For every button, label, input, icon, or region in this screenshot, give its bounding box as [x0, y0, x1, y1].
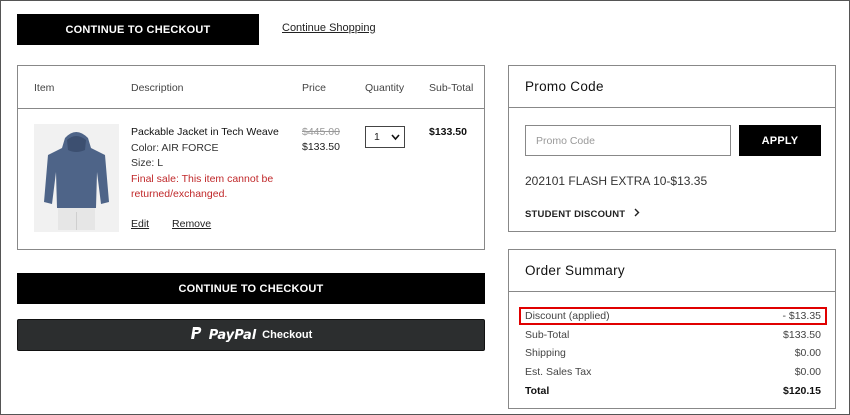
summary-label: Shipping [525, 347, 566, 359]
promo-code-input[interactable]: Promo Code [525, 125, 731, 156]
promo-code-title: Promo Code [509, 66, 835, 108]
student-discount-link[interactable]: STUDENT DISCOUNT [525, 208, 640, 220]
cart-panel: Item Description Price Quantity Sub-Tota… [17, 65, 485, 250]
quantity-select[interactable]: 1 [365, 126, 405, 148]
item-subtotal: $133.50 [429, 126, 467, 138]
item-actions: Edit Remove [131, 217, 231, 233]
paypal-checkout-label: Checkout [262, 329, 313, 341]
paypal-wordmark: PayPal [208, 327, 257, 343]
header-description: Description [131, 82, 184, 94]
summary-value: $120.15 [783, 385, 821, 397]
header-item: Item [34, 82, 55, 94]
summary-row-subtotal: Sub-Total $133.50 [525, 329, 821, 341]
paypal-checkout-button[interactable]: PayPal Checkout [17, 319, 485, 351]
apply-button[interactable]: APPLY [739, 125, 821, 156]
summary-row-total: Total $120.15 [525, 385, 821, 397]
product-name[interactable]: Packable Jacket in Tech Weave [131, 125, 281, 141]
sale-price: $133.50 [302, 141, 340, 153]
header-quantity: Quantity [365, 82, 405, 94]
summary-label: Est. Sales Tax [525, 366, 592, 378]
remove-link[interactable]: Remove [172, 218, 211, 230]
chevron-down-icon [391, 130, 400, 147]
product-color: Color: AIR FORCE [131, 141, 219, 154]
summary-row-tax: Est. Sales Tax $0.00 [525, 366, 821, 378]
summary-row-shipping: Shipping $0.00 [525, 347, 821, 359]
header-subtotal: Sub-Total [429, 82, 474, 94]
page-frame: CONTINUE TO CHECKOUT Continue Shopping I… [0, 0, 850, 415]
product-image[interactable] [34, 124, 119, 232]
paypal-logo-icon [190, 326, 203, 345]
continue-shopping-link[interactable]: Continue Shopping [282, 22, 376, 34]
original-price: $445.00 [302, 126, 340, 138]
promo-code-panel: Promo Code Promo Code APPLY 202101 FLASH… [508, 65, 836, 232]
quantity-value: 1 [374, 131, 380, 143]
summary-value: $0.00 [794, 347, 821, 359]
applied-promo-code: 202101 FLASH EXTRA 10-$13.35 [525, 174, 708, 188]
summary-label: Total [525, 385, 550, 397]
chevron-right-icon [634, 208, 640, 220]
summary-label: Sub-Total [525, 329, 570, 341]
bottom-continue-to-checkout-button[interactable]: CONTINUE TO CHECKOUT [17, 273, 485, 304]
final-sale-warning: Final sale: This item cannot be returned… [131, 172, 274, 201]
edit-link[interactable]: Edit [131, 218, 149, 230]
product-description: Packable Jacket in Tech Weave Color: AIR… [131, 125, 281, 230]
order-summary-panel: Order Summary Discount (applied) - $13.3… [508, 249, 836, 409]
summary-value: $133.50 [783, 329, 821, 341]
summary-label: Discount (applied) [525, 310, 610, 322]
header-price: Price [302, 82, 326, 94]
summary-row-discount: Discount (applied) - $13.35 [525, 310, 821, 322]
summary-value: - $13.35 [782, 310, 821, 322]
student-discount-label: STUDENT DISCOUNT [525, 209, 626, 220]
order-summary-title: Order Summary [509, 250, 835, 292]
top-continue-to-checkout-button[interactable]: CONTINUE TO CHECKOUT [17, 14, 259, 45]
price-column: $445.00 $133.50 [302, 125, 340, 155]
summary-value: $0.00 [794, 366, 821, 378]
cart-header-row: Item Description Price Quantity Sub-Tota… [18, 66, 484, 109]
product-size: Size: L [131, 157, 164, 169]
